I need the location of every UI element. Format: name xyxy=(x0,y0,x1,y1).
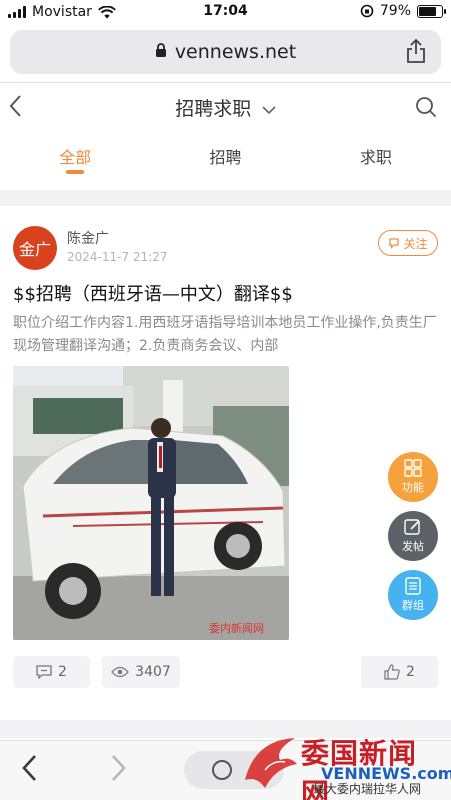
chevron-down-icon xyxy=(257,103,276,119)
follow-icon xyxy=(389,238,400,249)
divider xyxy=(0,82,451,83)
view-count: 3407 xyxy=(102,656,180,688)
fab-label: 功能 xyxy=(402,481,424,494)
author-name[interactable]: 陈金广 xyxy=(67,228,109,248)
battery-icon xyxy=(417,4,446,18)
post-title[interactable]: $$招聘（西班牙语—中文）翻译$$ xyxy=(13,280,293,306)
search-icon xyxy=(416,97,437,118)
group-button[interactable]: 群组 xyxy=(388,570,438,620)
battery-percent: 79% xyxy=(379,3,411,19)
tab-label: 求职 xyxy=(359,148,392,167)
share-icon[interactable] xyxy=(405,38,427,69)
url-text: vennews.net xyxy=(174,41,297,63)
search-button[interactable] xyxy=(415,96,437,122)
chevron-right-icon xyxy=(112,755,126,781)
status-bar: Movistar 17:04 79% xyxy=(0,0,451,24)
photo-watermark: 委内新闻网 xyxy=(209,621,264,635)
follow-button[interactable]: 关注 xyxy=(378,230,438,256)
post-time: 2024-11-7 21:27 xyxy=(67,250,168,264)
site-watermark: 委国新闻网 VENNEWS.com 最大委内瑞拉华人网 xyxy=(235,730,451,800)
function-button[interactable]: 功能 xyxy=(388,452,438,502)
browser-back-button[interactable] xyxy=(20,753,38,787)
follow-label: 关注 xyxy=(403,236,428,251)
like-button[interactable]: 2 xyxy=(361,656,438,688)
post-card[interactable]: 金广 陈金广 2024-11-7 21:27 关注 $$招聘（西班牙语—中文）翻… xyxy=(0,206,451,720)
page-header: 招聘求职 xyxy=(0,86,451,130)
tab-jobseek[interactable]: 求职 xyxy=(301,140,451,184)
avatar[interactable]: 金广 xyxy=(13,226,57,270)
chevron-left-icon xyxy=(22,755,36,781)
list-icon xyxy=(405,577,421,595)
comment-count-button[interactable]: 2 xyxy=(13,656,90,688)
lock-icon xyxy=(155,42,167,62)
view-count-value: 3407 xyxy=(135,664,171,680)
grid-icon xyxy=(404,459,422,477)
comment-count: 2 xyxy=(58,664,67,680)
like-count: 2 xyxy=(406,664,415,680)
address-bar[interactable]: vennews.net xyxy=(10,30,441,74)
browser-forward-button[interactable] xyxy=(110,753,128,787)
edit-icon xyxy=(404,519,420,535)
tab-recruit[interactable]: 招聘 xyxy=(150,140,300,184)
post-excerpt: 职位介绍工作内容1.用西班牙语指导培训本地员工作业操作,负责生厂现场管理翻译沟通… xyxy=(13,315,437,354)
new-post-button[interactable]: 发帖 xyxy=(388,511,438,561)
tab-label: 全部 xyxy=(59,148,92,167)
page-title: 招聘求职 xyxy=(175,98,252,120)
tab-bar: 全部 招聘 求职 xyxy=(0,140,451,184)
category-dropdown[interactable]: 招聘求职 xyxy=(0,94,451,121)
section-separator xyxy=(0,190,451,206)
tab-label: 招聘 xyxy=(209,148,242,167)
tab-indicator xyxy=(66,170,85,174)
watermark-tagline: 最大委内瑞拉华人网 xyxy=(313,782,422,796)
fab-label: 群组 xyxy=(402,599,424,612)
comment-icon xyxy=(36,665,52,679)
tab-all[interactable]: 全部 xyxy=(0,140,150,184)
orientation-lock-icon xyxy=(360,4,374,18)
eye-icon xyxy=(111,666,130,678)
thumbs-up-icon xyxy=(384,664,400,680)
phoenix-logo-icon xyxy=(245,738,297,788)
post-photo[interactable]: 委内新闻网 xyxy=(13,366,289,640)
fab-label: 发帖 xyxy=(402,540,424,553)
